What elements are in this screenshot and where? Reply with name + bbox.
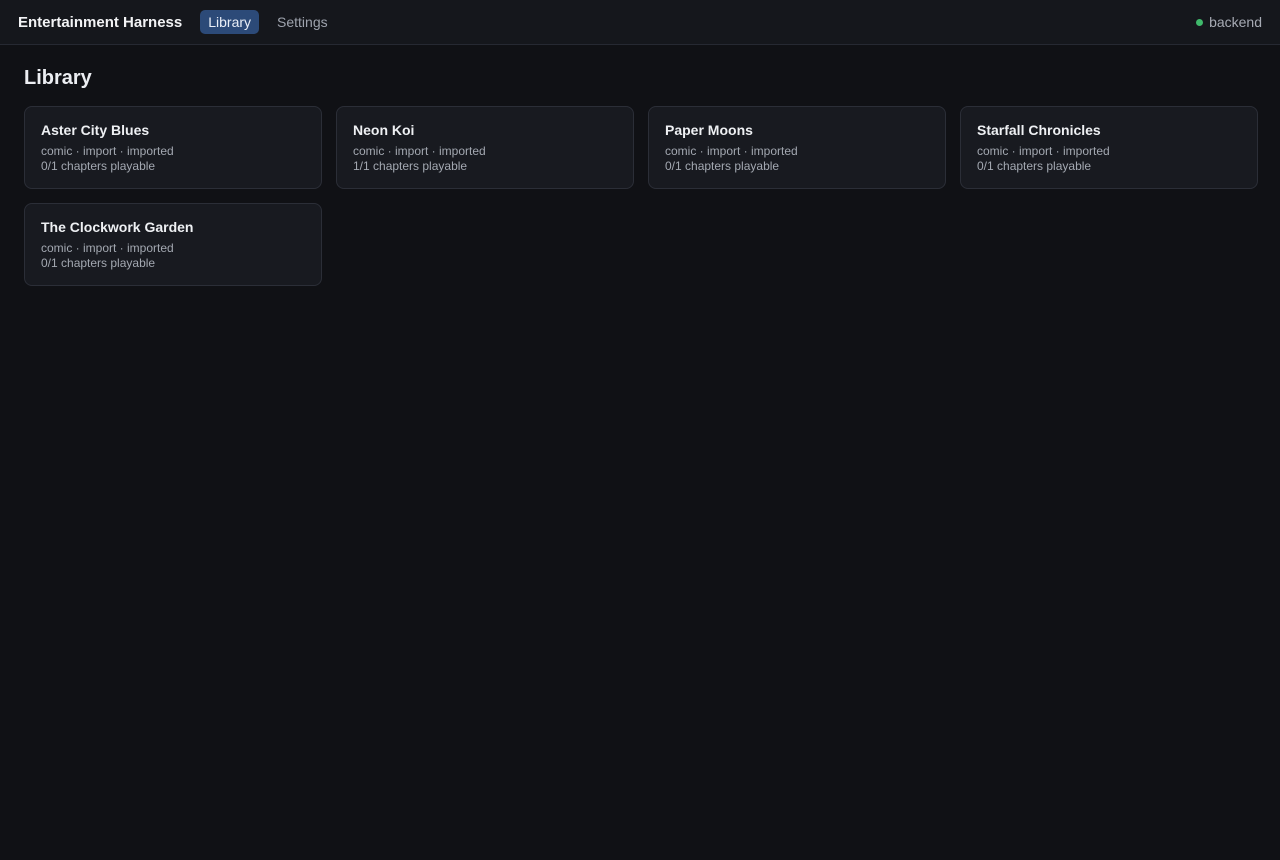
card-title: Neon Koi xyxy=(353,122,415,138)
card-title: Paper Moons xyxy=(665,122,753,138)
library-card[interactable]: Aster City Blues comic · import · import… xyxy=(24,106,322,189)
card-progress: 0/1 chapters playable xyxy=(41,159,156,173)
status-dot-icon xyxy=(1196,18,1204,26)
card-progress: 0/1 chapters playable xyxy=(665,159,780,173)
backend-status: backend xyxy=(1196,14,1262,30)
top-bar: Entertainment Harness Library Settings b… xyxy=(0,0,1280,45)
card-title: Starfall Chronicles xyxy=(977,122,1101,138)
library-card[interactable]: Neon Koi comic · import · imported 1/1 c… xyxy=(336,106,634,189)
library-card[interactable]: The Clockwork Garden comic · import · im… xyxy=(24,203,322,286)
library-card[interactable]: Paper Moons comic · import · imported 0/… xyxy=(648,106,946,189)
card-meta: comic · import · imported xyxy=(353,144,486,158)
card-progress: 0/1 chapters playable xyxy=(41,256,156,270)
tab-library[interactable]: Library xyxy=(200,10,260,34)
card-meta: comic · import · imported xyxy=(977,144,1110,158)
card-meta: comic · import · imported xyxy=(665,144,798,158)
page-title: Library xyxy=(24,67,92,89)
card-meta: comic · import · imported xyxy=(41,144,174,158)
app-title: Entertainment Harness xyxy=(18,13,183,31)
library-grid: Aster City Blues comic · import · import… xyxy=(24,106,1258,286)
library-card[interactable]: Starfall Chronicles comic · import · imp… xyxy=(960,106,1258,189)
card-progress: 1/1 chapters playable xyxy=(353,159,468,173)
card-progress: 0/1 chapters playable xyxy=(977,159,1092,173)
card-title: The Clockwork Garden xyxy=(41,219,194,235)
tab-settings[interactable]: Settings xyxy=(269,10,336,34)
card-title: Aster City Blues xyxy=(41,122,150,138)
main-content: Library Aster City Blues comic · import … xyxy=(0,45,1280,308)
card-meta: comic · import · imported xyxy=(41,241,174,255)
backend-status-label: backend xyxy=(1209,14,1262,30)
